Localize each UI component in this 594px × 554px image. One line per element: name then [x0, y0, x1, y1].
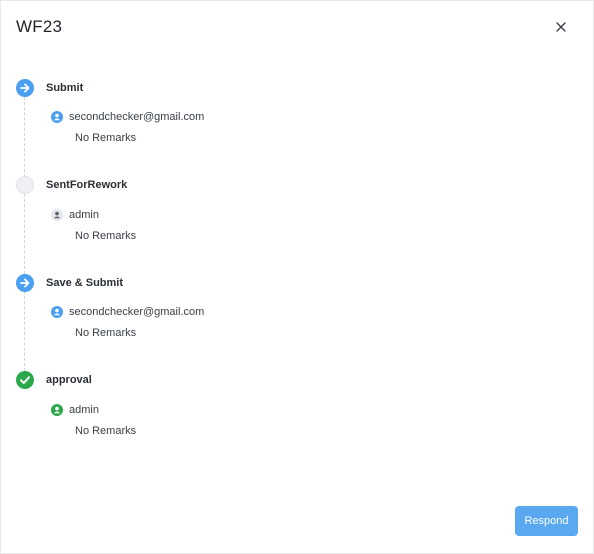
- step-user: admin: [51, 403, 99, 416]
- user-name: admin: [69, 208, 99, 221]
- step-title-approval: approval: [46, 374, 92, 386]
- step-title-save-submit: Save & Submit: [46, 277, 124, 289]
- step-remarks: No Remarks: [75, 425, 137, 437]
- step-user: admin: [51, 208, 99, 221]
- arrow-right-icon: [16, 79, 34, 97]
- user-email: secondchecker@gmail.com: [69, 305, 205, 318]
- circle-icon: [16, 176, 34, 194]
- check-icon: [16, 371, 34, 389]
- step-user: secondchecker@gmail.com: [51, 305, 204, 318]
- user-icon: [51, 403, 63, 416]
- timeline-connector: [24, 194, 25, 274]
- user-icon: [51, 305, 63, 318]
- step-remarks: No Remarks: [75, 230, 137, 242]
- step-remarks: No Remarks: [75, 132, 137, 144]
- user-name: admin: [69, 403, 99, 416]
- user-email: secondchecker@gmail.com: [69, 110, 205, 123]
- step-remarks: No Remarks: [75, 327, 137, 339]
- step-user: secondchecker@gmail.com: [51, 110, 204, 123]
- step-title-sentforrework: SentForRework: [46, 179, 128, 191]
- user-icon: [51, 208, 63, 221]
- workflow-dialog: WF23 Submit secondchecker@gmail.com No R…: [0, 0, 594, 554]
- user-icon: [51, 110, 63, 123]
- respond-button[interactable]: Respond: [515, 506, 578, 536]
- workflow-timeline: Submit secondchecker@gmail.com No Remark…: [1, 1, 593, 553]
- timeline-connector: [24, 291, 25, 371]
- timeline-connector: [24, 97, 25, 177]
- step-title-submit: Submit: [46, 82, 84, 94]
- arrow-right-icon: [16, 274, 34, 292]
